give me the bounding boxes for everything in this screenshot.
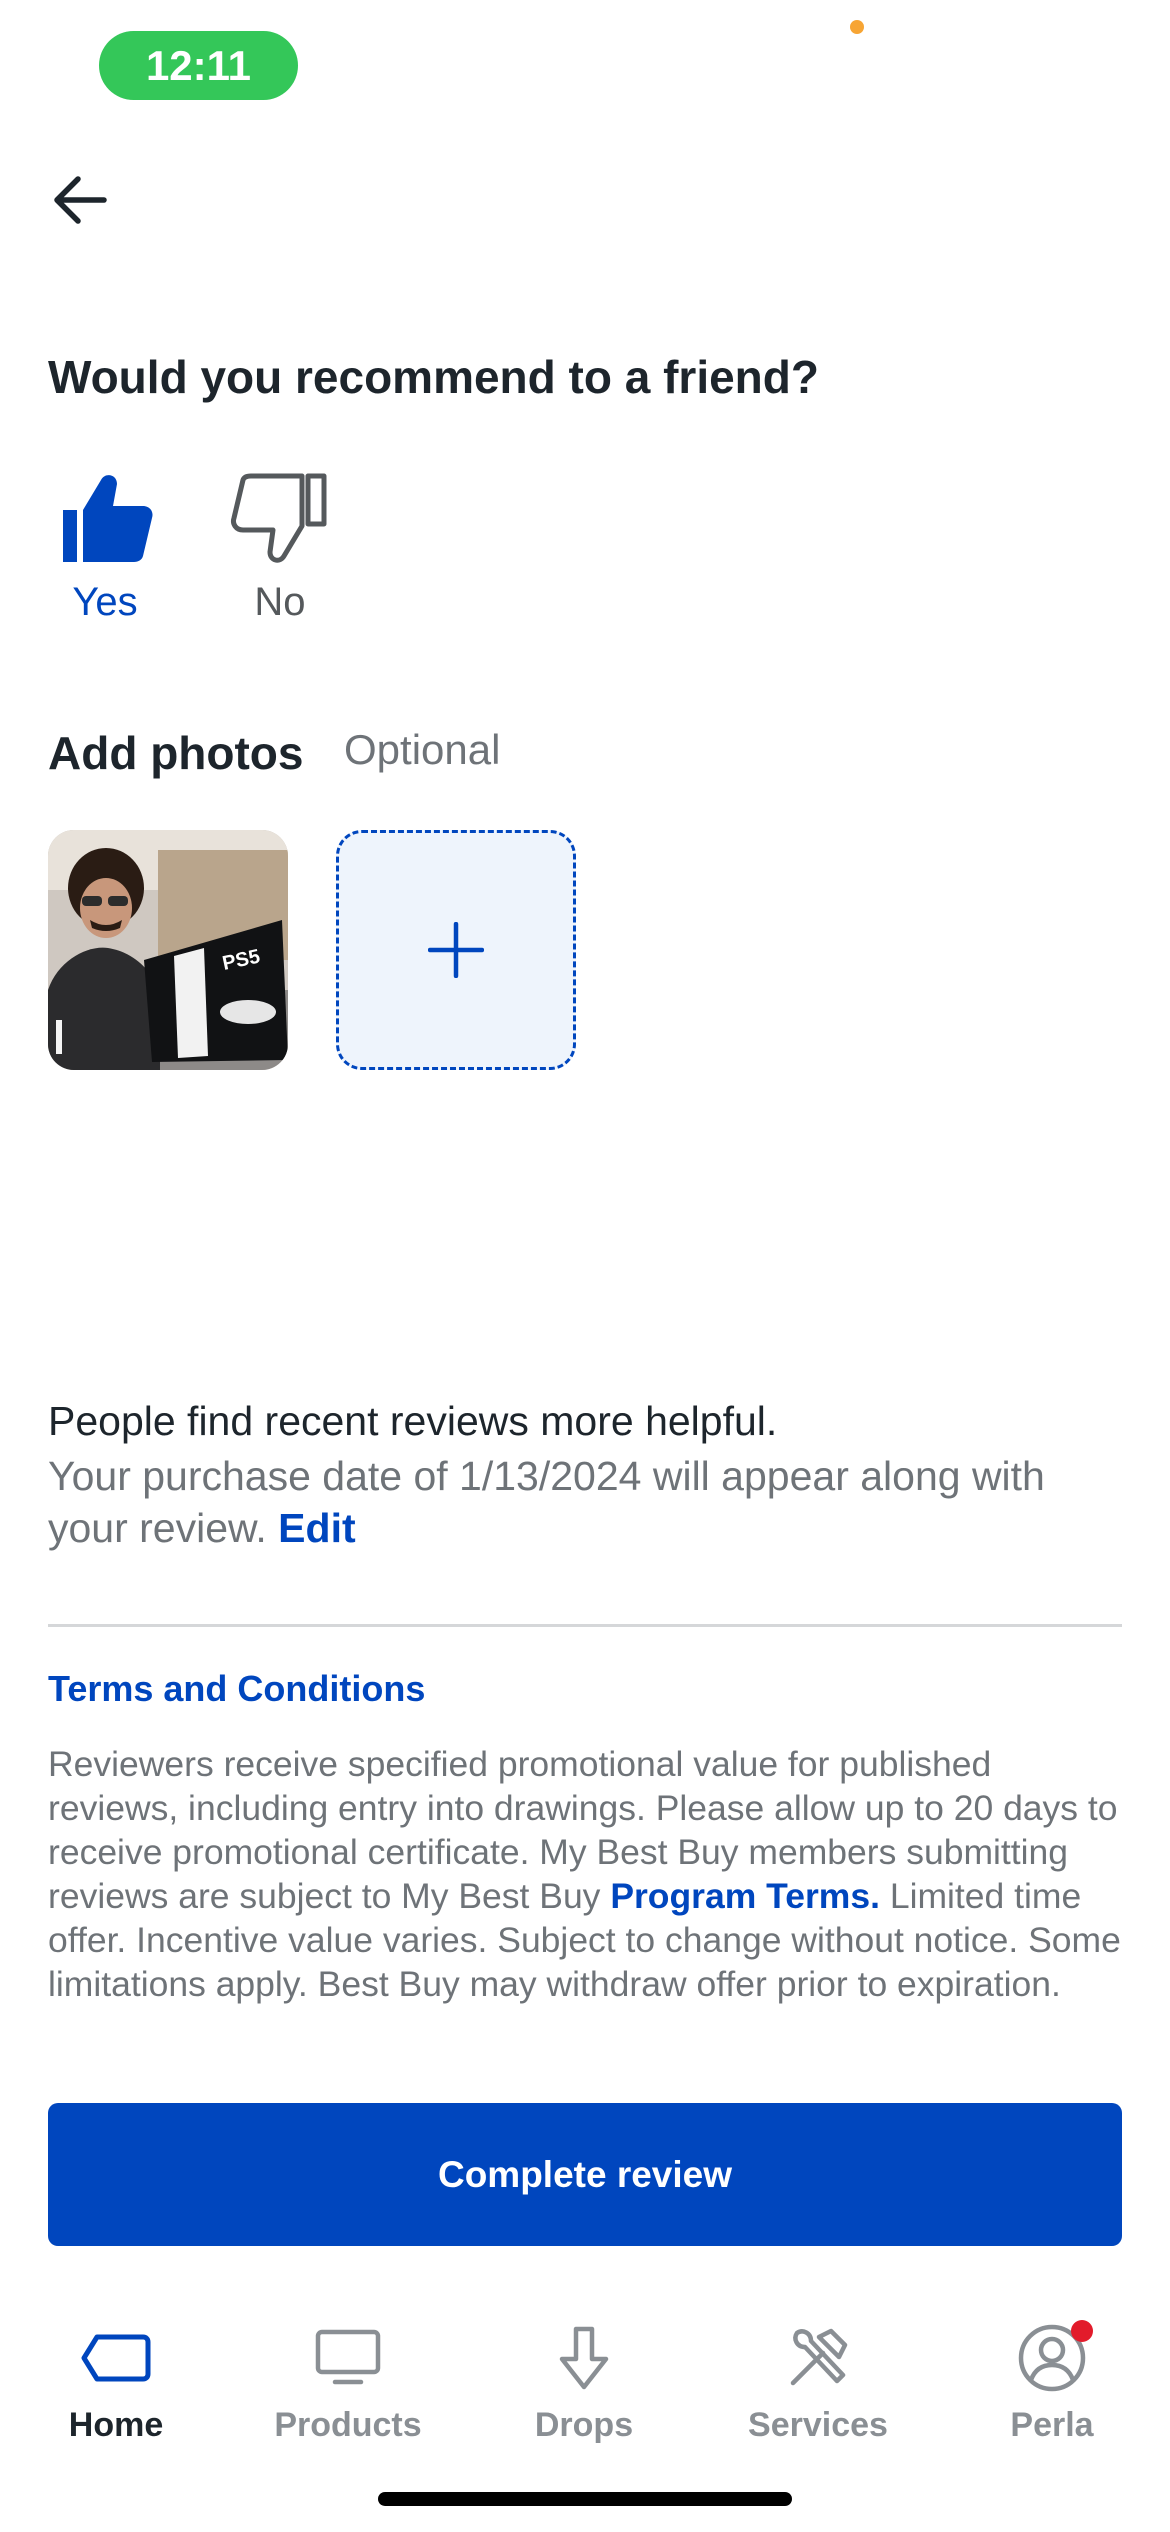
privacy-indicator-dot [850,20,864,34]
status-time: 12:11 [99,31,298,100]
terms-and-conditions-link[interactable]: Terms and Conditions [48,1668,425,1710]
bottom-tab-bar: Home Products Drops Services Perla [0,2300,1170,2450]
arrow-left-icon [54,176,107,224]
tab-account-label: Perla [1010,2406,1094,2444]
recommend-yes-label: Yes [72,580,138,624]
tab-drops[interactable]: Drops [484,2318,684,2445]
thumbs-up-icon [63,475,153,562]
tab-home-label: Home [68,2406,164,2444]
photo-person-with-ps5-image: PS5 [48,830,288,1070]
tools-icon [790,2328,848,2386]
purchase-date-text: Your purchase date of 1/13/2024 will app… [48,1453,1045,1551]
tab-products[interactable]: Products [248,2318,448,2445]
complete-review-button[interactable]: Complete review [48,2103,1122,2246]
thumbs-down-icon [231,473,327,563]
recommend-no-button[interactable]: No [215,470,345,625]
recommend-question: Would you recommend to a friend? [48,351,819,403]
purchase-date-note: Your purchase date of 1/13/2024 will app… [48,1450,1088,1554]
edit-purchase-date-link[interactable]: Edit [278,1505,355,1551]
section-divider [48,1624,1122,1627]
monitor-icon [315,2329,381,2385]
tab-services-label: Services [748,2406,888,2444]
notification-badge [1071,2320,1093,2342]
back-button[interactable] [40,160,120,240]
add-photos-optional-label: Optional [344,726,501,773]
recommend-no-label: No [254,580,306,624]
tab-products-label: Products [274,2406,422,2444]
program-terms-link[interactable]: Program Terms. [610,1876,880,1916]
tag-icon [81,2334,151,2382]
tab-services[interactable]: Services [718,2318,918,2445]
tab-drops-label: Drops [534,2406,634,2444]
uploaded-photo-thumbnail[interactable]: PS5 [48,830,288,1070]
tab-home[interactable]: Home [16,2318,216,2445]
add-photo-button[interactable] [336,830,576,1070]
recommend-yes-button[interactable]: Yes [40,470,170,625]
recent-reviews-headline: People find recent reviews more helpful. [48,1398,778,1444]
home-indicator [378,2492,792,2506]
add-photos-title: Add photos [48,727,304,779]
arrow-down-icon [559,2326,609,2390]
plus-icon [428,922,484,978]
tab-account[interactable]: Perla [952,2318,1152,2445]
terms-body: Reviewers receive specified promotional … [48,1742,1128,2006]
